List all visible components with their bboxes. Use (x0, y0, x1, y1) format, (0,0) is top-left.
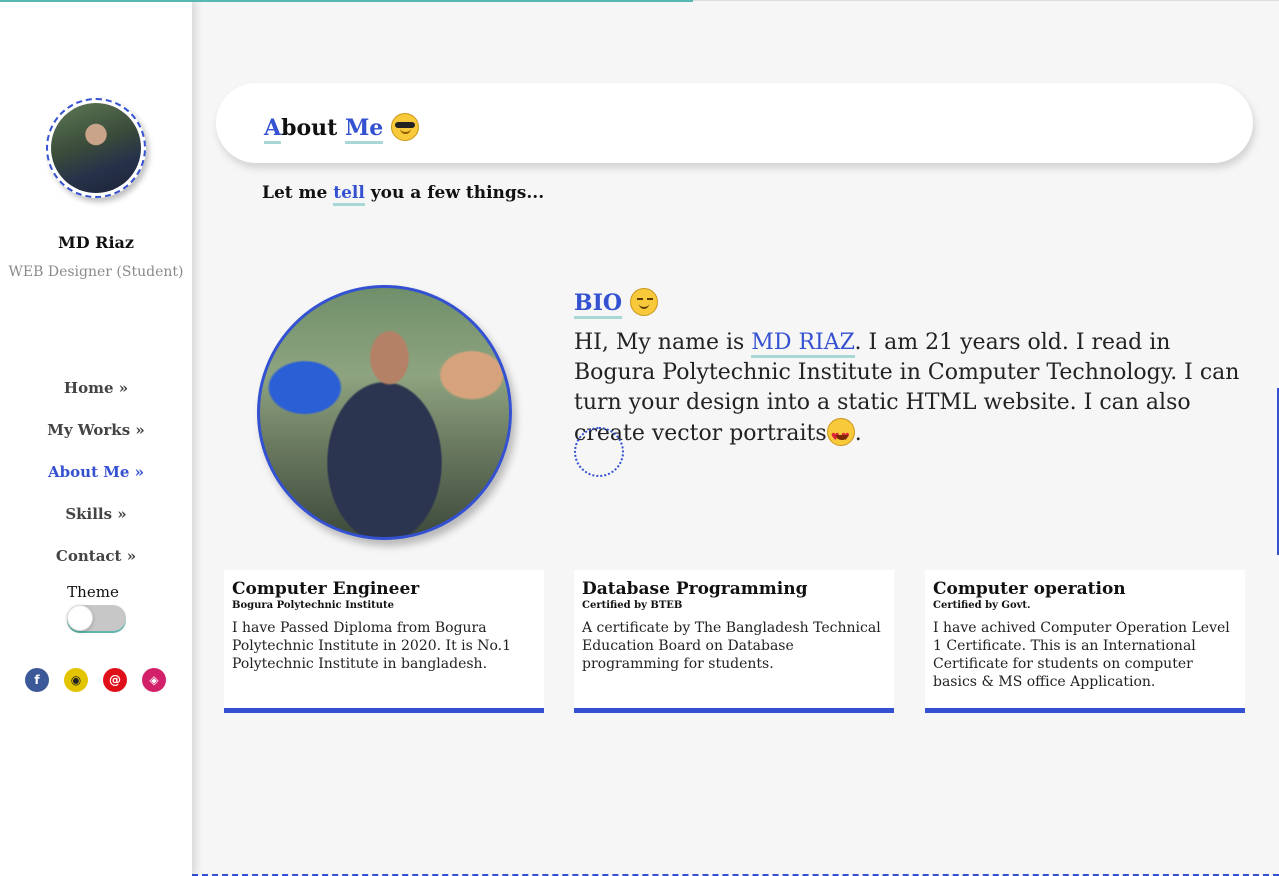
theme-toggle-knob (67, 605, 93, 631)
card-computer-engineer: Computer Engineer Bogura Polytechnic Ins… (224, 570, 544, 713)
theme-label: Theme (67, 583, 119, 601)
heart-eyes-emoji-icon (826, 418, 855, 453)
card-body: I have achived Computer Operation Level … (933, 620, 1230, 690)
loading-spinner-icon (574, 427, 624, 477)
theme-toggle[interactable] (67, 605, 126, 631)
card-computer-operation: Computer operation Certified by Govt. I … (925, 570, 1245, 713)
facebook-icon[interactable]: f (25, 668, 49, 692)
intro-text: Let me tell you a few things... (262, 183, 545, 206)
card-title: Computer operation (933, 579, 1126, 599)
page-progress-track (693, 0, 1279, 1)
nav-item-about-me[interactable]: About Me » (0, 462, 192, 504)
title-highlight: Me (344, 115, 384, 144)
card-title: Database Programming (582, 579, 808, 599)
nav-item-my-works[interactable]: My Works » (0, 420, 192, 462)
bio-name: MD RIAZ (751, 330, 855, 358)
bio-title-text: BIO (574, 290, 623, 319)
sidebar: MD Riaz WEB Designer (Student) Home » My… (0, 0, 192, 876)
card-body: A certificate by The Bangladesh Technica… (582, 620, 881, 672)
intro-highlight: tell (333, 183, 365, 206)
wink-emoji-icon (629, 288, 658, 316)
profile-role: WEB Designer (Student) (8, 264, 184, 280)
bio-text-before: HI, My name is (574, 330, 752, 355)
title-rest: bout (281, 115, 345, 141)
github-icon[interactable]: ◉ (64, 668, 88, 692)
profile-name: MD Riaz (58, 233, 134, 252)
title-first-letter: A (264, 115, 282, 144)
card-title: Computer Engineer (232, 579, 420, 599)
avatar-image (51, 103, 141, 193)
page-progress-bar (0, 0, 693, 2)
nav-item-contact[interactable]: Contact » (0, 546, 192, 588)
card-subtitle: Certified by Govt. (933, 600, 1031, 611)
nav-item-skills[interactable]: Skills » (0, 504, 192, 546)
intro-after: you a few things... (364, 183, 545, 203)
profile-photo (257, 285, 512, 540)
card-subtitle: Certified by BTEB (582, 600, 683, 611)
page-title: About Me (264, 113, 419, 144)
social-links: f ◉ @ ◈ (25, 668, 175, 694)
bio-title: BIO (574, 288, 658, 319)
bio-text-end: . (854, 421, 862, 446)
intro-before: Let me (262, 183, 334, 203)
page-header-card: About Me (216, 83, 1253, 163)
bio-text: HI, My name is MD RIAZ. I am 21 years ol… (574, 328, 1254, 453)
codepen-icon[interactable]: ◈ (142, 668, 166, 692)
card-body: I have Passed Diploma from Bogura Polyte… (232, 620, 512, 672)
nav-item-home[interactable]: Home » (0, 378, 192, 420)
sidebar-nav: Home » My Works » About Me » Skills » Co… (0, 378, 192, 588)
sunglasses-emoji-icon (390, 113, 419, 141)
email-icon[interactable]: @ (103, 668, 127, 692)
avatar (46, 98, 146, 198)
card-database-programming: Database Programming Certified by BTEB A… (574, 570, 894, 713)
card-subtitle: Bogura Polytechnic Institute (232, 600, 394, 611)
